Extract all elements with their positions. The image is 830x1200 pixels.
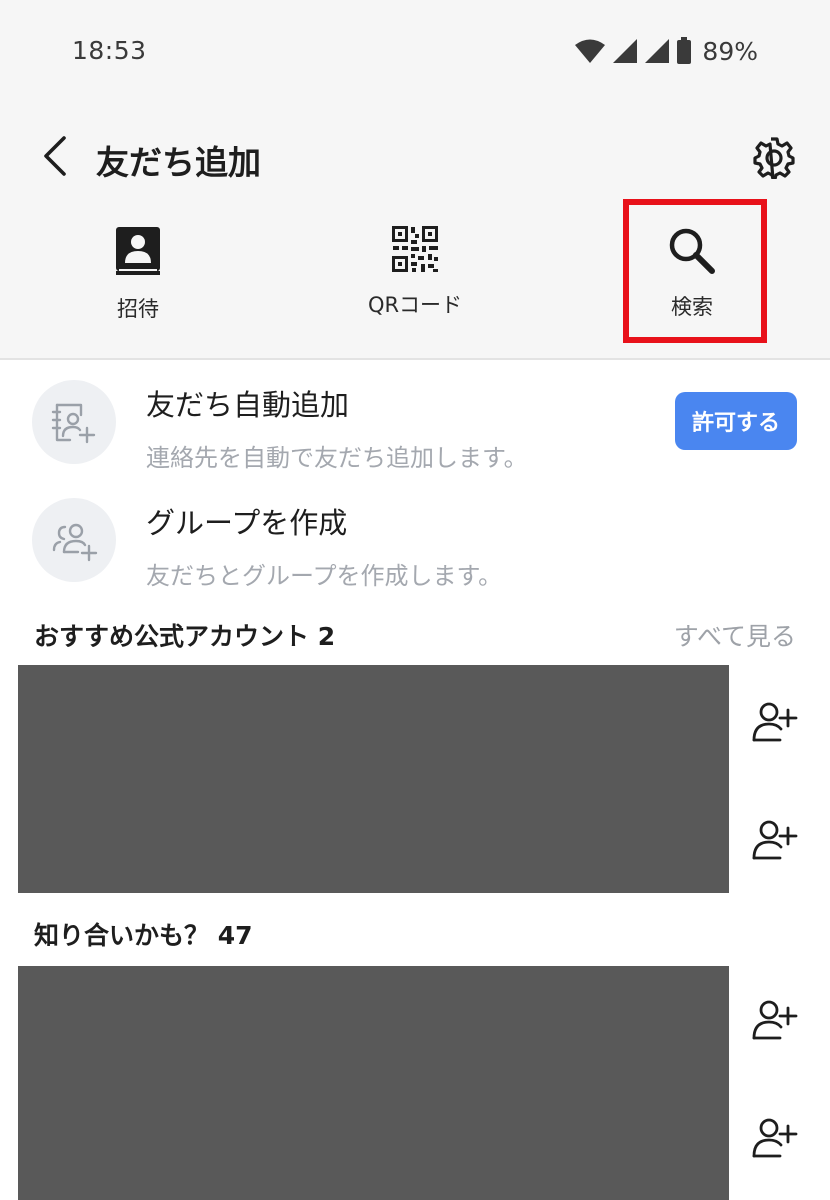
contact-add-icon <box>51 403 96 444</box>
signal-icon <box>613 39 638 63</box>
invite-tab[interactable]: 招待 <box>68 225 208 335</box>
add-friend-icon[interactable] <box>750 700 798 744</box>
battery-percent: 89% <box>702 36 758 66</box>
create-group-title: グループを作成 <box>146 506 348 540</box>
add-friend-icon[interactable] <box>750 818 798 862</box>
battery-icon <box>677 37 692 64</box>
wifi-icon <box>575 39 606 63</box>
add-friends-screen: 18:53 89% 友だち追加 招待 QRコード 検索 友だち自動追加 連絡先を… <box>0 0 830 1200</box>
redacted-official-list <box>18 665 729 893</box>
auto-add-subtitle: 連絡先を自動で友だち追加します。 <box>146 444 528 472</box>
search-label: 検索 <box>671 295 713 319</box>
auto-add-title: 友だち自動追加 <box>146 388 350 422</box>
create-group-avatar <box>32 498 116 582</box>
status-time: 18:53 <box>72 36 147 65</box>
signal-icon <box>645 39 670 63</box>
create-group-row[interactable]: グループを作成 友だちとグループを作成します。 <box>0 488 830 598</box>
contact-book-icon <box>116 227 160 275</box>
see-all-link[interactable]: すべて見る <box>674 617 796 653</box>
allow-button[interactable]: 許可する <box>675 392 797 450</box>
page-title: 友だち追加 <box>96 143 261 182</box>
redacted-maybe-know-list <box>18 966 729 1200</box>
qr-code-label: QRコード <box>367 293 463 317</box>
maybe-know-section-title: 知り合いかも？ 47 <box>34 921 253 950</box>
add-friend-icon[interactable] <box>750 1116 798 1160</box>
invite-label: 招待 <box>117 297 159 321</box>
qr-code-tab[interactable]: QRコード <box>345 225 485 335</box>
search-tab[interactable]: 検索 <box>622 225 762 335</box>
create-group-subtitle: 友だちとグループを作成します。 <box>146 562 503 590</box>
search-icon <box>669 228 715 274</box>
official-section-title: おすすめ公式アカウント 2 <box>34 622 336 651</box>
qr-code-icon <box>392 226 438 272</box>
gear-icon[interactable] <box>752 135 796 179</box>
group-add-icon <box>52 523 98 562</box>
chevron-left-icon[interactable] <box>36 134 76 178</box>
add-friend-icon[interactable] <box>750 998 798 1042</box>
auto-add-avatar <box>32 380 116 464</box>
status-icons: 89% <box>574 36 758 66</box>
